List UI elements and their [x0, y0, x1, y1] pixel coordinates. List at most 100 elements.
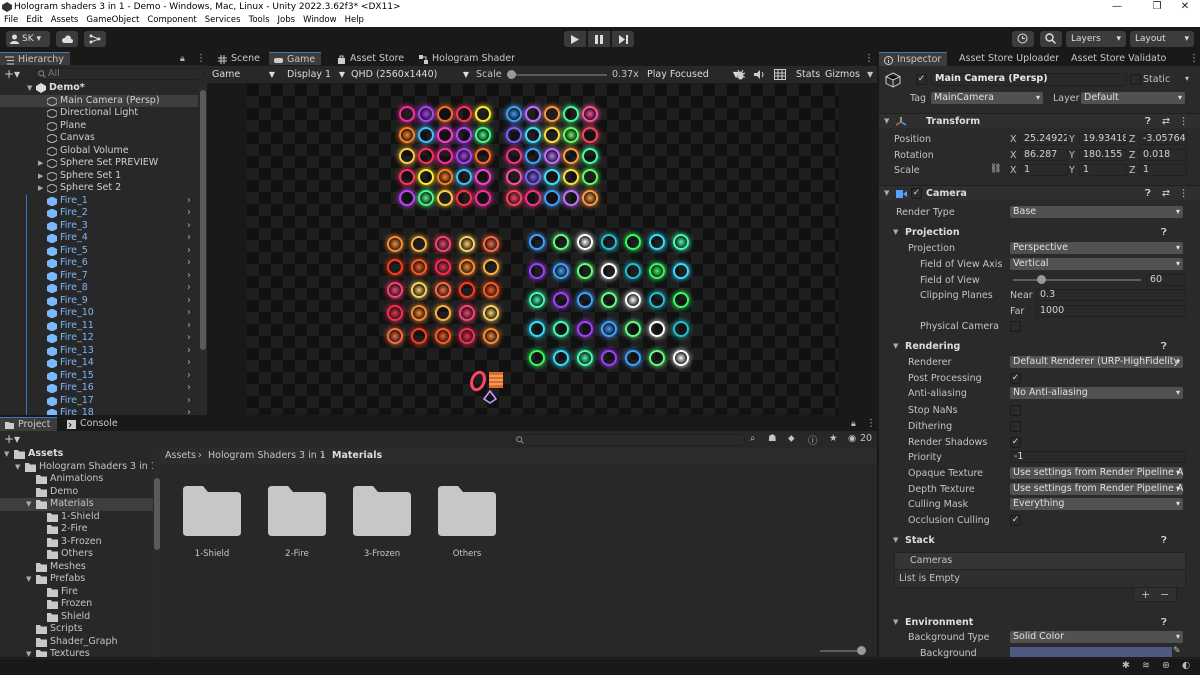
favorite-star-icon[interactable]: ★ — [829, 433, 838, 444]
renderer-dropdown[interactable]: Default Renderer (URP-HighFidelity — [1010, 356, 1183, 368]
environment-header[interactable]: ▼ Environment ❓︎ — [883, 616, 1196, 629]
bug-icon[interactable] — [735, 69, 746, 80]
expand-arrow-icon[interactable]: ▼ — [26, 498, 31, 511]
fov-slider-thumb[interactable] — [1036, 275, 1046, 284]
hierarchy-item[interactable]: ▶ Sphere Set PREVIEW — [0, 157, 198, 170]
open-prefab-arrow-icon[interactable]: › — [187, 395, 191, 408]
progress-stack-icon[interactable]: ≋ — [1142, 660, 1150, 671]
hierarchy-item[interactable]: Plane — [0, 120, 198, 133]
menu-assets[interactable]: Assets — [47, 14, 83, 27]
menu-jobs[interactable]: Jobs — [274, 14, 300, 27]
scene-root[interactable]: ▼ Demo* — [0, 82, 198, 95]
hierarchy-item[interactable]: Fire_13 › — [0, 344, 198, 357]
priority-input[interactable]: -1 — [1010, 451, 1186, 463]
network-icon[interactable]: ⊛ — [1162, 660, 1170, 671]
help-icon[interactable]: ❓︎ — [1161, 534, 1167, 547]
hierarchy-item[interactable]: Fire_17 › — [0, 394, 198, 408]
background-color-swatch[interactable] — [1010, 647, 1172, 657]
folder-tree-item[interactable]: 2-Fire — [0, 523, 155, 536]
menu-help[interactable]: Help — [341, 14, 368, 27]
position-z-input[interactable]: -3.05764 — [1139, 133, 1187, 145]
open-prefab-arrow-icon[interactable]: › — [187, 357, 191, 370]
hierarchy-item[interactable]: Fire_6 › — [0, 257, 198, 270]
folder-asset-icon[interactable] — [438, 486, 496, 536]
background-type-dropdown[interactable]: Solid Color — [1010, 631, 1183, 643]
folder-tree-item[interactable]: Demo — [0, 486, 155, 499]
render-type-dropdown[interactable]: Base — [1010, 206, 1183, 218]
rendering-header[interactable]: ▼ Rendering ❓︎ — [883, 340, 1196, 353]
project-menu-icon[interactable]: ⋮ — [866, 418, 876, 430]
notifications-icon[interactable]: ◐ — [1182, 660, 1190, 671]
hidden-packages-icon[interactable]: ◉ — [848, 433, 856, 444]
hierarchy-item[interactable]: Fire_18 › — [0, 407, 198, 415]
open-prefab-arrow-icon[interactable]: › — [187, 320, 191, 333]
far-input[interactable]: 1000 — [1036, 305, 1186, 317]
account-button[interactable]: SK ▾ — [6, 31, 50, 47]
folder-tree-item[interactable]: Frozen — [0, 598, 155, 611]
hierarchy-item[interactable]: Fire_5 › — [0, 244, 198, 257]
tab-asset-store[interactable]: Asset Store — [332, 52, 410, 65]
help-icon[interactable]: ❓︎ — [1161, 340, 1167, 353]
open-prefab-arrow-icon[interactable]: › — [187, 307, 191, 320]
post-processing-checkbox[interactable]: ✓ — [1010, 373, 1021, 384]
projection-header[interactable]: ▼ Projection ❓︎ — [883, 226, 1196, 239]
camera-enabled-checkbox[interactable]: ✓ — [911, 188, 922, 199]
tab-hologram-shader[interactable]: Hologram Shader — [414, 52, 521, 65]
scale-x-input[interactable]: 1 — [1020, 164, 1068, 176]
hierarchy-item[interactable]: Fire_10 › — [0, 307, 198, 320]
label-filter-icon[interactable]: ⬥ — [788, 433, 795, 444]
menu-component[interactable]: Component — [143, 14, 200, 27]
anti-aliasing-dropdown[interactable]: No Anti-aliasing — [1010, 387, 1183, 399]
search-button[interactable] — [1040, 31, 1062, 47]
hierarchy-item[interactable]: ▶ Sphere Set 2 — [0, 182, 198, 195]
filter-type-icon[interactable]: ☗ — [768, 433, 777, 444]
hierarchy-scrollbar[interactable] — [199, 82, 207, 415]
minimize-button[interactable]: — — [1097, 0, 1137, 14]
create-button[interactable]: +▾ — [4, 67, 20, 81]
speaker-icon[interactable] — [754, 69, 765, 80]
rotation-z-input[interactable]: 0.018 — [1139, 149, 1187, 161]
help-icon[interactable]: ❓︎ — [1145, 186, 1151, 201]
open-prefab-arrow-icon[interactable]: › — [187, 382, 191, 395]
collapse-arrow-icon[interactable]: ▼ — [893, 616, 898, 629]
culling-mask-dropdown[interactable]: Everything — [1010, 498, 1183, 510]
lock-icon[interactable]: 🔒︎ — [851, 418, 856, 430]
remove-camera-button[interactable]: − — [1160, 588, 1169, 601]
folder-tree-item[interactable]: Shield — [0, 611, 155, 624]
folder-tree-item[interactable]: Animations — [0, 473, 155, 486]
add-camera-button[interactable]: + — [1141, 588, 1150, 601]
hierarchy-item[interactable]: Fire_4 › — [0, 232, 198, 245]
hierarchy-item[interactable]: Fire_12 › — [0, 332, 198, 345]
gizmos-button[interactable]: Gizmos — [825, 68, 860, 81]
folder-asset-icon[interactable] — [353, 486, 411, 536]
scale-y-input[interactable]: 1 — [1079, 164, 1127, 176]
hierarchy-item[interactable]: ▶ Sphere Set 1 — [0, 170, 198, 183]
open-prefab-arrow-icon[interactable]: › — [187, 195, 191, 208]
menu-gameobject[interactable]: GameObject — [82, 14, 143, 27]
hierarchy-item[interactable]: Fire_15 › — [0, 369, 198, 382]
layout-dropdown[interactable]: Layout ▾ — [1130, 31, 1194, 47]
project-tree-scrollbar[interactable] — [153, 448, 161, 657]
folder-tree-item[interactable]: 3-Frozen — [0, 536, 155, 549]
help-icon[interactable]: ❓︎ — [1161, 226, 1167, 239]
open-prefab-arrow-icon[interactable]: › — [187, 257, 191, 270]
hierarchy-item[interactable]: Fire_16 › — [0, 382, 198, 395]
step-button[interactable] — [612, 31, 634, 47]
game-mode-dropdown[interactable]: Game ▼ — [209, 68, 279, 81]
folder-tree-item[interactable]: ▼ Materials — [0, 498, 155, 511]
layers-dropdown[interactable]: Layers ▾ — [1066, 31, 1126, 47]
hierarchy-item[interactable]: Fire_8 › — [0, 282, 198, 295]
menu-edit[interactable]: Edit — [22, 14, 46, 27]
scene-menu-icon[interactable]: ⋮ — [864, 53, 874, 65]
scale-slider-track[interactable] — [507, 74, 607, 76]
folder-tree-item[interactable]: Fire — [0, 586, 155, 599]
folder-tree-item[interactable]: Others — [0, 548, 155, 561]
occlusion-culling-checkbox[interactable]: ✓ — [1010, 515, 1021, 526]
preset-icon[interactable]: ⇄ — [1162, 186, 1170, 201]
hierarchy-item[interactable]: Directional Light — [0, 107, 198, 120]
breadcrumb-hologram[interactable]: Hologram Shaders 3 in 1 — [208, 448, 326, 463]
hierarchy-scroll-thumb[interactable] — [200, 90, 206, 350]
hierarchy-item[interactable]: Fire_9 › — [0, 294, 198, 307]
folder-tree-item[interactable]: ▼ Assets — [0, 448, 155, 461]
hierarchy-item[interactable]: Fire_11 › — [0, 319, 198, 333]
